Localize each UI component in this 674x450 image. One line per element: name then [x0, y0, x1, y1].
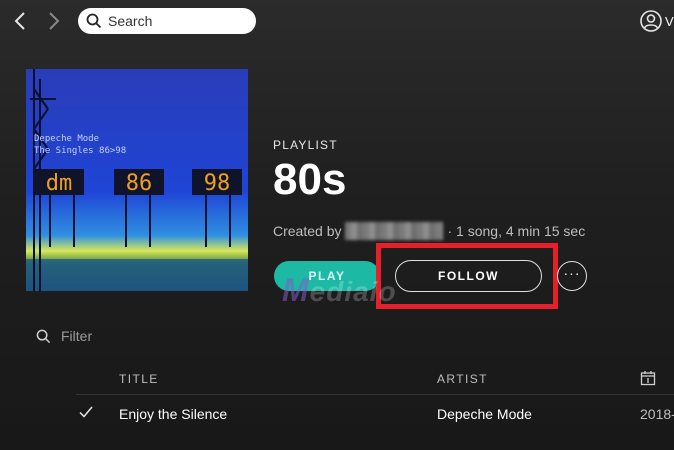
- check-icon[interactable]: [78, 404, 94, 420]
- column-header-artist[interactable]: ARTIST: [437, 372, 488, 386]
- header-divider: [76, 394, 674, 395]
- created-by-label: Created by: [273, 223, 342, 239]
- more-icon: ···: [563, 265, 581, 281]
- more-options-button[interactable]: ···: [557, 261, 587, 291]
- playlist-meta: PLAYLIST 80s: [273, 138, 346, 204]
- search-box[interactable]: [78, 8, 256, 34]
- track-artist[interactable]: Depeche Mode: [437, 406, 532, 422]
- follow-button[interactable]: FOLLOW: [395, 260, 542, 292]
- page-title: 80s: [273, 155, 347, 204]
- filter-input[interactable]: [61, 328, 181, 344]
- column-header-date[interactable]: [640, 370, 656, 389]
- playlist-kind: PLAYLIST: [273, 138, 338, 152]
- watermark-m: M: [282, 272, 310, 308]
- top-bar: V: [0, 0, 674, 42]
- chevron-right-icon: [49, 12, 60, 30]
- owner-name-redacted[interactable]: [345, 222, 444, 240]
- user-menu[interactable]: V: [640, 8, 674, 34]
- cover-album-text: The Singles 86>98: [34, 146, 126, 156]
- back-button[interactable]: [10, 10, 30, 32]
- track-title[interactable]: Enjoy the Silence: [119, 406, 227, 422]
- cover-digits-1: dm: [46, 171, 73, 196]
- column-header-title[interactable]: TITLE: [119, 372, 159, 386]
- filter-box[interactable]: [36, 328, 181, 344]
- playlist-summary: · 1 song, 4 min 15 sec: [447, 223, 586, 239]
- watermark-rest: ediaio: [309, 276, 397, 307]
- search-input[interactable]: [108, 13, 248, 29]
- cover-digits-3: 98: [204, 171, 231, 196]
- forward-button[interactable]: [44, 10, 64, 32]
- user-name: V: [665, 13, 674, 29]
- search-icon: [86, 13, 102, 29]
- watermark: Mediaio: [282, 272, 397, 309]
- track-date: 2018-: [640, 406, 674, 422]
- table-row[interactable]: Enjoy the Silence Depeche Mode 2018-: [0, 398, 674, 430]
- search-icon: [36, 329, 51, 343]
- cover-digits-2: 86: [126, 171, 153, 196]
- playlist-cover[interactable]: dm 86 98 Depeche Mode The Singles 86>98: [26, 69, 248, 291]
- calendar-icon: [640, 371, 656, 386]
- playlist-details: Created by · 1 song, 4 min 15 sec: [273, 222, 585, 240]
- cover-artist-text: Depeche Mode: [34, 134, 99, 144]
- user-avatar-icon: [640, 10, 662, 32]
- album-cover-art: dm 86 98 Depeche Mode The Singles 86>98: [26, 69, 248, 291]
- chevron-left-icon: [14, 12, 25, 30]
